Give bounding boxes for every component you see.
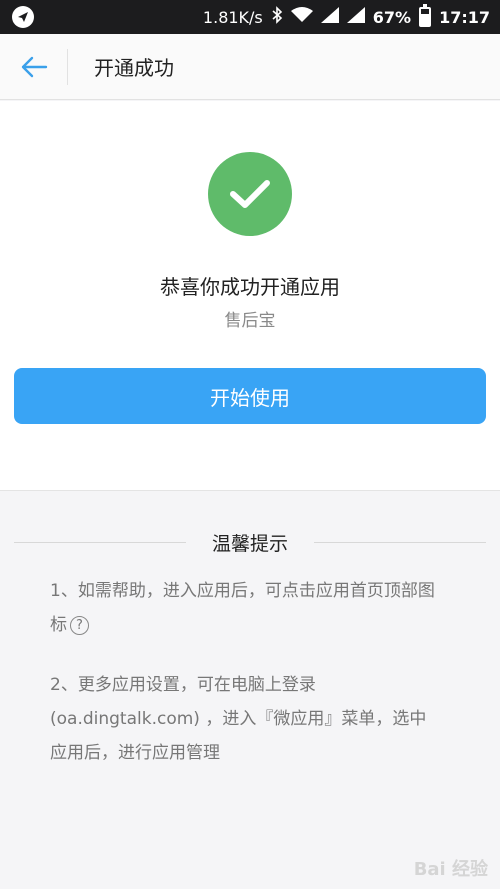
- tip-item-1: 1、如需帮助，进入应用后，可点击应用首页顶部图标?: [50, 574, 450, 642]
- back-arrow-icon: [21, 56, 47, 77]
- success-message: 恭喜你成功开通应用: [160, 275, 340, 299]
- bluetooth-icon: [271, 6, 283, 28]
- clock: 17:17: [439, 7, 490, 27]
- success-check-icon: [208, 152, 292, 236]
- back-button[interactable]: [0, 48, 68, 85]
- help-icon[interactable]: ?: [70, 615, 89, 635]
- battery-percent: 67%: [372, 7, 412, 27]
- tip-2-line-3: 应用后，进行应用管理: [50, 743, 220, 763]
- app-name: 售后宝: [224, 311, 276, 331]
- tip-2-line-1: 2、更多应用设置，可在电脑上登录: [50, 675, 316, 695]
- page-title: 开通成功: [94, 56, 174, 80]
- app-notification-icon: [12, 6, 34, 28]
- start-using-button[interactable]: 开始使用: [14, 368, 486, 424]
- baidu-watermark: Bai 经验: [413, 859, 488, 880]
- tip-item-2: 2、更多应用设置，可在电脑上登录 (oa.dingtalk.com) ，进入『微…: [50, 668, 450, 770]
- divider: [314, 541, 487, 543]
- tip-1-text: 1、如需帮助，进入应用后，可点击应用首页顶部图标: [50, 581, 435, 635]
- signal-icon: [320, 7, 339, 27]
- divider: [14, 541, 186, 543]
- battery-icon: [419, 4, 432, 27]
- tips-heading: 温馨提示: [212, 532, 289, 555]
- success-panel: 恭喜你成功开通应用 售后宝 开始使用: [0, 101, 500, 491]
- signal-icon-2: [346, 7, 365, 27]
- tips-section: 温馨提示 1、如需帮助，进入应用后，可点击应用首页顶部图标? 2、更多应用设置，…: [0, 492, 500, 889]
- tips-header: 温馨提示: [14, 527, 487, 557]
- network-speed: 1.81K/s: [202, 7, 263, 27]
- wifi-icon: [290, 7, 313, 27]
- status-bar: 1.81K/s 67% 17:17: [0, 0, 500, 34]
- nav-bar: 开通成功: [0, 34, 500, 100]
- tip-2-line-2: (oa.dingtalk.com) ，进入『微应用』菜单，选中: [50, 709, 427, 729]
